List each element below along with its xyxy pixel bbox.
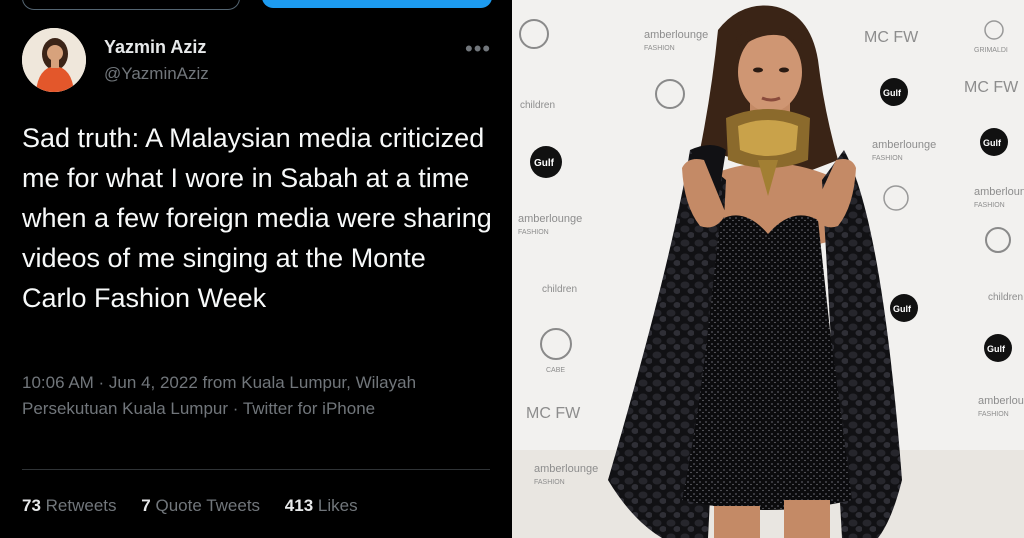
logo-gulf-4: Gulf (893, 304, 912, 314)
tweet-timestamp-meta[interactable]: 10:06 AM · Jun 4, 2022 from Kuala Lumpur… (22, 370, 492, 422)
quotes-count: 7 (141, 496, 151, 515)
quotes-label: Quote Tweets (155, 496, 261, 515)
display-name[interactable]: Yazmin Aziz (104, 37, 206, 58)
logo-mcfw-3: MC FW (526, 405, 581, 422)
logo-amber-sub-5: FASHION (978, 411, 1009, 418)
likes-count: 413 (284, 496, 314, 515)
logo-children-1: children (520, 100, 555, 111)
logo-cabe-1: CABE (546, 367, 565, 374)
logo-amber-sub-3: FASHION (518, 229, 549, 236)
logo-amber-4: amberlounge (974, 186, 1024, 198)
likes-label: Likes (317, 496, 358, 515)
event-photo: amberlounge FASHION MC FW GRIMALDI child… (512, 0, 1024, 538)
logo-amber-sub-1: FASHION (644, 45, 675, 52)
logo-children-2: children (542, 284, 577, 295)
logo-mcfw-2: MC FW (964, 79, 1019, 96)
retweets-label: Retweets (45, 496, 117, 515)
screenshot-composite: Yazmin Aziz @YazminAziz ••• Sad truth: A… (0, 0, 1024, 538)
tweet-card: Yazmin Aziz @YazminAziz ••• Sad truth: A… (0, 0, 512, 538)
logo-gulf-1: Gulf (883, 88, 902, 98)
logo-gulf-3: Gulf (983, 138, 1002, 148)
logo-children-3: children (988, 292, 1023, 303)
more-horizontal-icon[interactable]: ••• (465, 38, 491, 60)
logo-mcfw-1: MC FW (864, 29, 919, 46)
logo-amber-3: amberlounge (518, 213, 582, 225)
logo-grimaldi-1: GRIMALDI (974, 47, 1008, 54)
retweets-stat[interactable]: 73 Retweets (22, 496, 117, 516)
logo-amber-sub-4: FASHION (974, 202, 1005, 209)
photo-illustration: amberlounge FASHION MC FW GRIMALDI child… (512, 0, 1024, 538)
likes-stat[interactable]: 413 Likes (285, 496, 358, 516)
top-button-primary[interactable] (262, 0, 492, 8)
user-handle[interactable]: @YazminAziz (104, 64, 209, 84)
quote-tweets-stat[interactable]: 7 Quote Tweets (141, 496, 260, 516)
retweets-count: 73 (22, 496, 41, 515)
logo-amber-2: amberlounge (872, 139, 936, 151)
logo-amber-6: amberlounge (534, 463, 598, 475)
avatar[interactable] (22, 28, 86, 92)
logo-amber-1: amberlounge (644, 29, 708, 41)
tweet-text: Sad truth: A Malaysian media criticized … (22, 123, 492, 313)
divider (22, 469, 490, 470)
logo-gulf-2: Gulf (534, 158, 555, 169)
top-button-outline[interactable] (22, 0, 240, 10)
logo-amber-sub-2: FASHION (872, 155, 903, 162)
logo-amber-5: amberlounge (978, 395, 1024, 407)
logo-gulf-5: Gulf (987, 344, 1006, 354)
tweet-stats: 73 Retweets 7 Quote Tweets 413 Likes (22, 496, 378, 516)
logo-amber-sub-6: FASHION (534, 479, 565, 486)
